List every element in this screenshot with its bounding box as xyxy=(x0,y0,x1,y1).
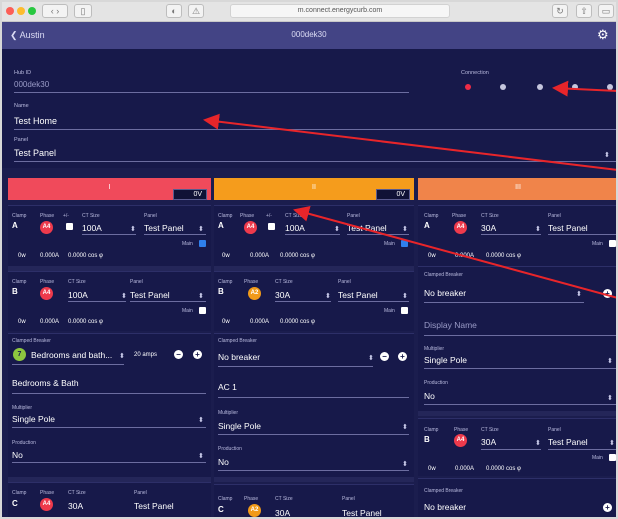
annotation-arrow xyxy=(552,80,618,97)
annotation-arrow xyxy=(203,113,618,171)
annotation-arrows xyxy=(203,80,618,299)
app-window: ‹ › ▯ ◐ ⚠ m.connect.energycurb.com ↻ ⇧ ▭… xyxy=(0,0,618,519)
annotation-arrow xyxy=(293,205,618,299)
